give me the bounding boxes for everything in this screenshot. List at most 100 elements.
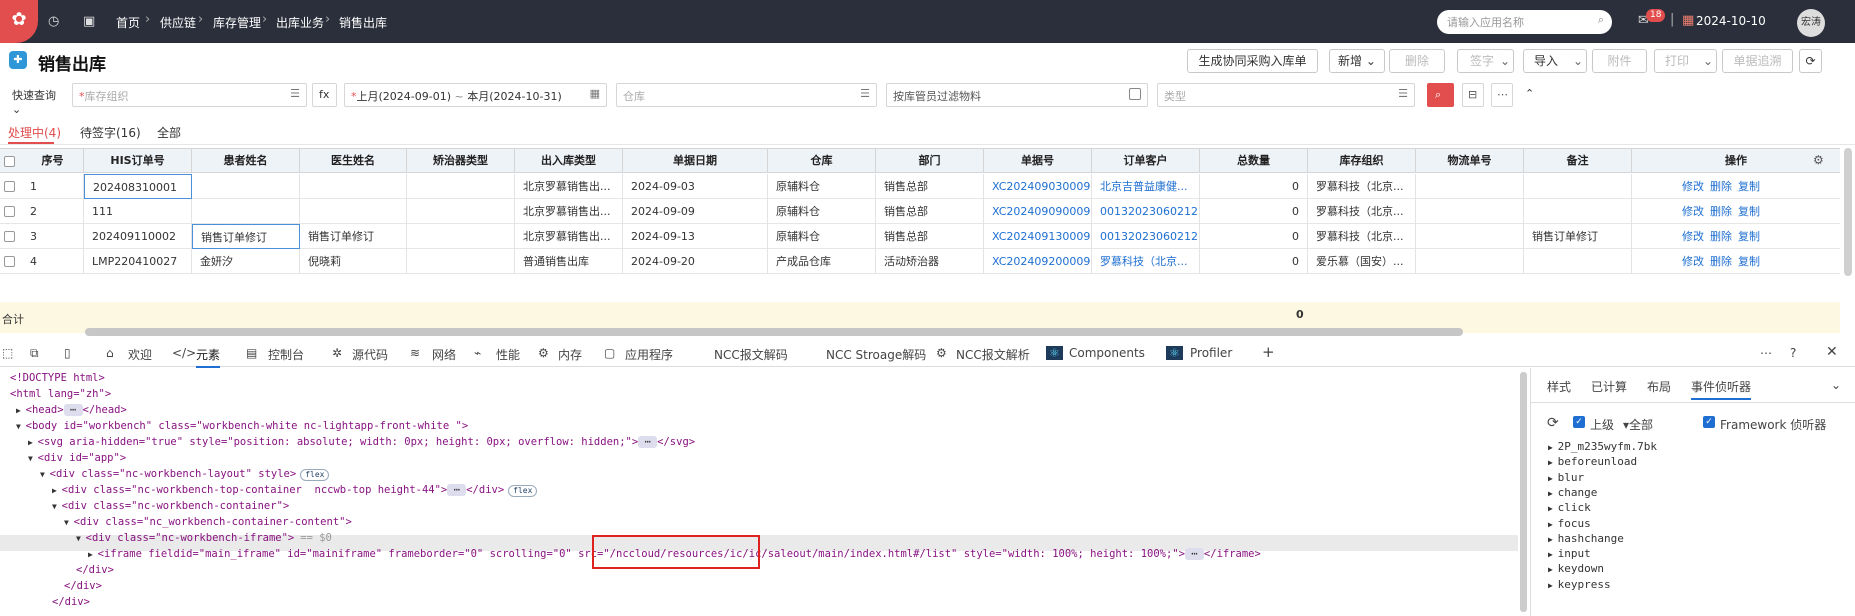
header-bill-no[interactable]: 单据号 xyxy=(984,149,1092,173)
expand-toggle-icon[interactable]: ▼ xyxy=(76,534,86,543)
expand-toggle-icon[interactable]: ▼ xyxy=(28,454,38,463)
attachment-button[interactable]: 附件 xyxy=(1592,49,1647,73)
expand-toggle-icon[interactable]: ▶ xyxy=(1548,565,1558,574)
tab-pending-sign[interactable]: 待签字(16) xyxy=(80,124,141,141)
tab-memory[interactable]: 内存 xyxy=(558,346,582,363)
collapsed-node-icon[interactable]: ⋯ xyxy=(1184,548,1204,560)
dom-node-line[interactable]: </div> xyxy=(76,562,114,578)
expand-toggle-icon[interactable]: ▶ xyxy=(1548,535,1558,544)
dom-node-line[interactable]: ▼ <body id="workbench" class="workbench-… xyxy=(16,418,468,434)
flex-badge[interactable]: flex xyxy=(508,485,538,497)
copy-link[interactable]: 复制 xyxy=(1736,174,1764,199)
cell-cust[interactable]: 00132023060212... xyxy=(1092,199,1200,224)
cell-no[interactable]: XC202409030009... xyxy=(984,174,1092,199)
tab-performance[interactable]: 性能 xyxy=(496,346,520,363)
collapsed-node-icon[interactable]: ⋯ xyxy=(63,404,83,416)
quick-query-dropdown[interactable]: 快速查询 ⌄ xyxy=(6,83,62,116)
dom-node-line[interactable]: ▶ <svg aria-hidden="true" style="positio… xyxy=(28,434,695,450)
collapsed-node-icon[interactable]: ⋯ xyxy=(447,484,467,496)
expand-toggle-icon[interactable]: ▼ xyxy=(64,518,74,527)
tab-styles[interactable]: 样式 xyxy=(1547,378,1571,395)
delete-link[interactable]: 删除 xyxy=(1708,174,1736,199)
app-search-input[interactable]: 请输入应用名称 ⌕ xyxy=(1437,10,1612,34)
tab-event-listeners[interactable]: 事件侦听器 xyxy=(1691,378,1752,400)
row-checkbox[interactable] xyxy=(4,181,15,192)
row-checkbox[interactable] xyxy=(4,206,15,217)
ancestors-checkbox[interactable]: ✓ xyxy=(1573,416,1585,428)
breadcrumb-current[interactable]: 销售出库 xyxy=(339,14,387,31)
event-listener-item[interactable]: ▶ input xyxy=(1548,547,1591,560)
type-field[interactable]: 类型 ☰ xyxy=(1157,83,1415,107)
keeper-filter-checkbox[interactable] xyxy=(1129,88,1141,100)
delete-link[interactable]: 删除 xyxy=(1708,224,1736,249)
expand-toggle-icon[interactable]: ▼ xyxy=(16,422,26,431)
search-icon[interactable]: ⌕ xyxy=(1598,13,1604,27)
chevron-down-icon[interactable]: ⌄ xyxy=(1500,50,1510,72)
delete-link[interactable]: 删除 xyxy=(1708,199,1736,224)
table-row[interactable]: 4 LMP220410027 金妍汐 倪晓莉 普通销售出库 2024-09-20 产成品仓库… xyxy=(0,249,1840,274)
tab-console[interactable]: 控制台 xyxy=(268,346,304,363)
dom-node-line[interactable]: ▼ <div class="nc-workbench-iframe"> == $0 xyxy=(76,530,332,546)
header-doctor[interactable]: 医生姓名 xyxy=(300,149,407,173)
keeper-filter-field[interactable]: 按库管员过滤物料 xyxy=(886,83,1148,107)
tab-application[interactable]: 应用程序 xyxy=(625,346,673,363)
device-toggle-icon[interactable]: ⧉ xyxy=(30,346,39,361)
dom-scrollbar[interactable] xyxy=(1520,372,1527,612)
expand-toggle-icon[interactable]: ▶ xyxy=(1548,581,1558,590)
dom-node-line[interactable]: ▼ <div class="nc-workbench-layout" style… xyxy=(40,466,330,482)
app-logo-icon[interactable]: ✿ xyxy=(0,0,38,43)
expand-toggle-icon[interactable]: ▶ xyxy=(1548,458,1558,467)
expand-toggle-icon[interactable]: ▶ xyxy=(1548,474,1558,483)
dom-tree[interactable]: <!DOCTYPE html> <html lang="zh"> ▶ <head> … xyxy=(0,368,1518,616)
dom-node-line[interactable]: </div> xyxy=(64,578,102,594)
header-note[interactable]: 备注 xyxy=(1524,149,1632,173)
framework-checkbox[interactable]: ✓ xyxy=(1703,416,1715,428)
expand-toggle-icon[interactable]: ▶ xyxy=(1548,520,1558,529)
sign-button[interactable]: 签字 ⌄ xyxy=(1457,49,1514,73)
cell-no[interactable]: XC202409090009... xyxy=(984,199,1092,224)
row-checkbox[interactable] xyxy=(4,256,15,267)
trace-button[interactable]: 单据追溯 xyxy=(1722,49,1793,73)
expand-toggle-icon[interactable]: ▶ xyxy=(1548,504,1558,513)
dom-node-line[interactable]: <html lang="zh"> xyxy=(10,386,111,402)
generate-purchase-inbound-button[interactable]: 生成协同采购入库单 xyxy=(1187,49,1318,73)
dom-node-line[interactable]: ▶ <div class="nc-workbench-top-container… xyxy=(52,482,538,498)
print-button[interactable]: 打印 ⌄ xyxy=(1654,49,1717,73)
dom-node-line[interactable]: ▼ <div class="nc-workbench-container"> xyxy=(52,498,289,514)
copy-link[interactable]: 复制 xyxy=(1736,199,1764,224)
expand-toggle-icon[interactable]: ▶ xyxy=(1548,489,1558,498)
collapse-icon[interactable]: ⌃ xyxy=(1519,83,1539,107)
header-patient[interactable]: 患者姓名 xyxy=(192,149,300,173)
header-io-type[interactable]: 出入库类型 xyxy=(515,149,623,173)
filter-all-dropdown[interactable]: ▾全部 xyxy=(1623,416,1653,433)
system-date[interactable]: 2024-10-10 xyxy=(1696,14,1766,28)
list-icon[interactable]: ☰ xyxy=(290,87,300,100)
edit-link[interactable]: 修改 xyxy=(1680,249,1708,274)
calendar-icon[interactable]: ▦ xyxy=(590,87,600,100)
dom-node-line[interactable]: ▼ <div class="nc_workbench-container-con… xyxy=(64,514,352,530)
expand-toggle-icon[interactable]: ▼ xyxy=(40,470,50,479)
add-tab-icon[interactable]: + xyxy=(1262,343,1275,361)
sidebar-toggle-icon[interactable]: ▯ xyxy=(64,346,71,360)
expand-toggle-icon[interactable]: ▶ xyxy=(16,406,26,415)
header-qty[interactable]: 总数量 xyxy=(1200,149,1308,173)
dom-node-line[interactable]: </div> xyxy=(52,594,90,610)
list-icon[interactable]: ☰ xyxy=(860,87,870,100)
dom-node-line[interactable]: <!DOCTYPE html> xyxy=(10,370,105,386)
table-row[interactable]: 2 111 北京罗慕销售出... 2024-09-09 原辅料仓 销售总部 XC202409… xyxy=(0,199,1840,224)
more-icon[interactable]: ⋯ xyxy=(1491,83,1513,107)
tab-processing[interactable]: 处理中(4) xyxy=(8,124,61,141)
event-listener-item[interactable]: ▶ keydown xyxy=(1548,562,1604,575)
chevron-down-icon[interactable]: ⌄ xyxy=(1703,50,1713,72)
horizontal-scrollbar[interactable] xyxy=(85,328,1463,336)
cell-no[interactable]: XC202409200009... xyxy=(984,249,1092,274)
edit-link[interactable]: 修改 xyxy=(1680,224,1708,249)
tab-computed[interactable]: 已计算 xyxy=(1591,378,1627,395)
header-dept[interactable]: 部门 xyxy=(876,149,984,173)
table-row[interactable]: 1 202408310001 北京罗慕销售出... 2024-09-03 原辅料仓 销售总… xyxy=(0,174,1840,199)
tab-ncc-storage[interactable]: NCC Stroage解码 xyxy=(826,346,926,363)
document-icon[interactable]: ▣ xyxy=(83,14,95,29)
edit-link[interactable]: 修改 xyxy=(1680,174,1708,199)
header-his[interactable]: HIS订单号 xyxy=(84,149,192,173)
table-row[interactable]: 3 202409110002 销售订单修订 销售订单修订 北京罗慕销售出... 2024-… xyxy=(0,224,1840,249)
